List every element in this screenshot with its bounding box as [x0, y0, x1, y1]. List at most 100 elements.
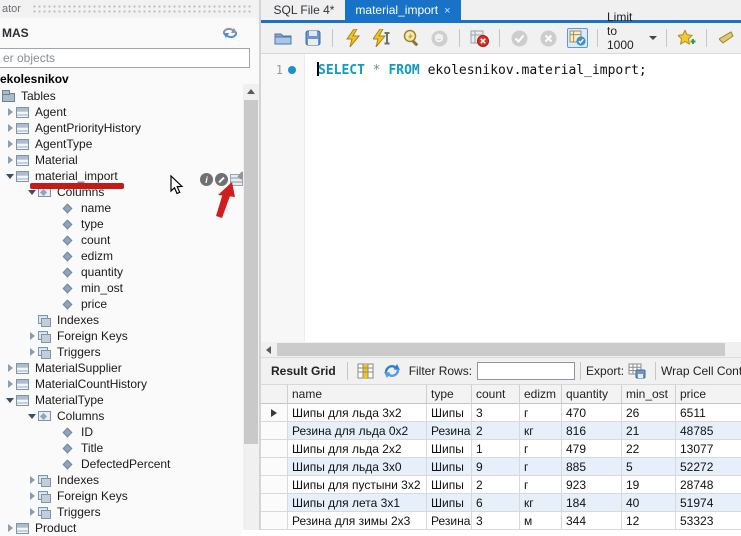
stop-query-button[interactable] [429, 28, 450, 48]
grid-cell[interactable]: Резина [427, 422, 472, 440]
tree-item-foreign-keys[interactable]: Foreign Keys [0, 328, 242, 344]
grid-cell[interactable]: 12 [622, 512, 676, 530]
scroll-up-icon[interactable] [247, 89, 255, 94]
chevron-collapsed-icon[interactable] [26, 332, 38, 340]
column-header-quantity[interactable]: quantity [562, 385, 622, 404]
tree-item-triggers[interactable]: Triggers [0, 344, 242, 360]
grid-cell[interactable]: Шипы для пустыни 3x2 [288, 476, 427, 494]
row-selector-cell[interactable] [261, 494, 288, 512]
column-header-type[interactable]: type [427, 385, 472, 404]
grid-cell[interactable]: 19 [622, 476, 676, 494]
row-selector-cell[interactable] [261, 422, 288, 440]
scroll-left-icon[interactable] [266, 346, 271, 354]
grid-cell[interactable]: 1 [472, 440, 520, 458]
grid-columns-icon[interactable] [357, 363, 375, 379]
chevron-collapsed-icon[interactable] [26, 476, 38, 484]
grid-cell[interactable]: 9 [472, 458, 520, 476]
chevron-collapsed-icon[interactable] [4, 524, 16, 532]
tree-item-quantity[interactable]: quantity [0, 264, 242, 280]
grid-cell[interactable]: 3 [472, 512, 520, 530]
save-snippet-button[interactable] [676, 28, 697, 48]
tree-item-materialtype[interactable]: MaterialType [0, 392, 242, 408]
chevron-expanded-icon[interactable] [26, 414, 38, 419]
grid-cell[interactable]: 28748 [676, 476, 741, 494]
filter-rows-input[interactable] [477, 362, 575, 380]
result-grid[interactable]: nametypecountedizmquantitymin_ostpriceШи… [261, 385, 741, 530]
horizontal-scrollbar[interactable] [261, 342, 741, 357]
scrollbar-thumb[interactable] [244, 100, 258, 444]
beautify-script-button[interactable] [716, 28, 737, 48]
chevron-expanded-icon[interactable] [4, 174, 16, 179]
grid-cell[interactable]: 816 [562, 422, 622, 440]
grid-cell[interactable]: 21 [622, 422, 676, 440]
grid-cell[interactable]: Шипы для лета 3x1 [288, 494, 427, 512]
grid-cell[interactable]: Шипы для льда 3x2 [288, 404, 427, 422]
chevron-expanded-icon[interactable] [26, 190, 38, 195]
tree-item-type[interactable]: type [0, 216, 242, 232]
grid-cell[interactable]: 40 [622, 494, 676, 512]
tree-item-indexes[interactable]: Indexes [0, 312, 242, 328]
tree-item-count[interactable]: count [0, 232, 242, 248]
grid-cell[interactable]: Шипы [427, 440, 472, 458]
grid-cell[interactable]: Шипы [427, 404, 472, 422]
tree-item-id[interactable]: ID [0, 424, 242, 440]
grid-cell[interactable]: 2 [472, 476, 520, 494]
tree-item-title[interactable]: Title [0, 440, 242, 456]
filter-objects-input[interactable] [0, 48, 250, 68]
grid-cell[interactable]: 6511 [676, 404, 741, 422]
tab-material-import[interactable]: material_import× [345, 0, 461, 20]
grid-cell[interactable]: г [520, 404, 562, 422]
export-icon[interactable] [628, 363, 646, 379]
grid-cell[interactable]: г [520, 458, 562, 476]
grid-cell[interactable]: Шипы для льда 2x2 [288, 440, 427, 458]
tree-item-agenttype[interactable]: AgentType [0, 136, 242, 152]
tree-item-materialcounthistory[interactable]: MaterialCountHistory [0, 376, 242, 392]
tree-item-product[interactable]: Product [0, 520, 242, 536]
explain-plan-button[interactable] [400, 28, 421, 48]
grid-cell[interactable]: кг [520, 422, 562, 440]
open-file-button[interactable] [273, 28, 294, 48]
column-header-edizm[interactable]: edizm [520, 385, 562, 404]
grid-cell[interactable]: 5 [622, 458, 676, 476]
tree-item-edizm[interactable]: edizm [0, 248, 242, 264]
grid-cell[interactable]: 22 [622, 440, 676, 458]
tree-item-material[interactable]: Material [0, 152, 242, 168]
grid-cell[interactable]: 923 [562, 476, 622, 494]
chevron-collapsed-icon[interactable] [26, 492, 38, 500]
grid-cell[interactable]: 13077 [676, 440, 741, 458]
grid-cell[interactable]: 885 [562, 458, 622, 476]
chevron-collapsed-icon[interactable] [26, 508, 38, 516]
grid-cell[interactable]: Шипы [427, 476, 472, 494]
execute-current-button[interactable] [371, 28, 392, 48]
grid-cell[interactable]: г [520, 440, 562, 458]
grid-cell[interactable]: 26 [622, 404, 676, 422]
sql-statement[interactable]: SELECT * FROM ekolesnikov.material_impor… [317, 62, 647, 78]
tree-item-tables[interactable]: Tables [0, 88, 242, 104]
grid-cell[interactable]: 3 [472, 404, 520, 422]
chevron-collapsed-icon[interactable] [4, 124, 16, 132]
refresh-icon[interactable] [383, 363, 401, 379]
schema-name[interactable]: ekolesnikov [0, 72, 69, 86]
column-header-price[interactable]: price [676, 385, 741, 404]
autocommit-toggle[interactable] [567, 28, 588, 48]
row-selector-cell[interactable] [261, 458, 288, 476]
grid-cell[interactable]: 6 [472, 494, 520, 512]
chevron-collapsed-icon[interactable] [4, 380, 16, 388]
grid-cell[interactable]: Шипы [427, 494, 472, 512]
tree-item-agentpriorityhistory[interactable]: AgentPriorityHistory [0, 120, 242, 136]
grid-cell[interactable]: 470 [562, 404, 622, 422]
sidebar-scrollbar[interactable] [243, 84, 259, 530]
column-header-count[interactable]: count [472, 385, 520, 404]
sql-code-editor[interactable]: 1 SELECT * FROM ekolesnikov.material_imp… [261, 54, 741, 342]
column-header-min_ost[interactable]: min_ost [622, 385, 676, 404]
row-selector-cell[interactable] [261, 476, 288, 494]
grid-cell[interactable]: кг [520, 494, 562, 512]
grid-cell[interactable]: 184 [562, 494, 622, 512]
grid-cell[interactable]: Резина для зимы 2x3 [288, 512, 427, 530]
grid-cell[interactable]: г [520, 476, 562, 494]
grid-cell[interactable]: Резина [427, 512, 472, 530]
chevron-collapsed-icon[interactable] [4, 364, 16, 372]
tree-item-foreign-keys[interactable]: Foreign Keys [0, 488, 242, 504]
tab-sql-file-4[interactable]: SQL File 4* [263, 0, 345, 20]
grid-cell[interactable]: 2 [472, 422, 520, 440]
